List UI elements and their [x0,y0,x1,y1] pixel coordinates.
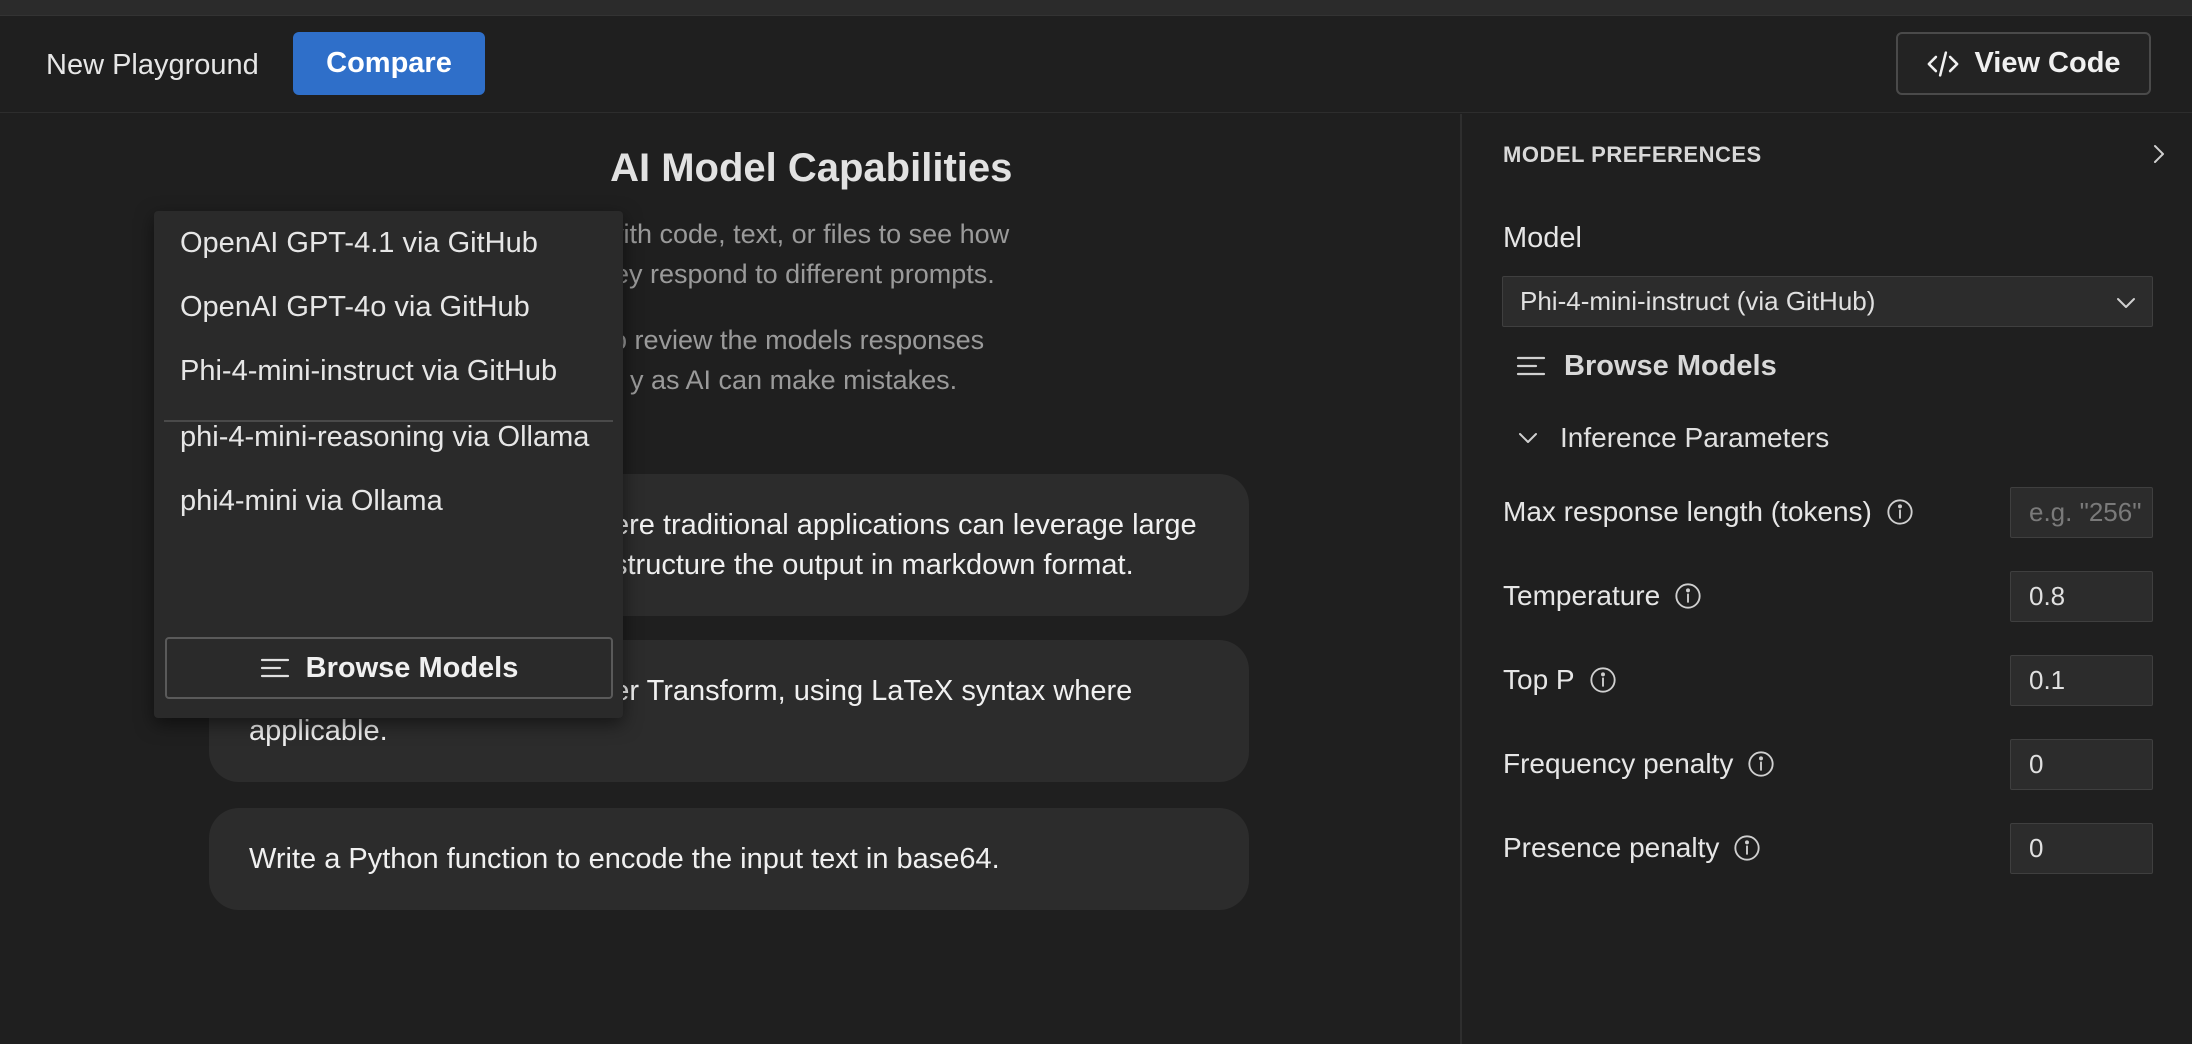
top-p-input[interactable]: 0.1 [2010,655,2153,706]
dropdown-item-phi-4-mini-reasoning[interactable]: phi-4-mini-reasoning via Ollama [180,421,589,454]
max-tokens-label: Max response length (tokens) [1503,496,1914,528]
header-bar: New Playground Compare View Code [0,16,2192,113]
view-code-button[interactable]: View Code [1896,32,2151,95]
dropdown-browse-models-label: Browse Models [305,651,519,684]
inference-parameters-label: Inference Parameters [1560,422,1830,453]
prompt-card-text: Write a Python function to encode the in… [249,843,1000,875]
dropdown-item-phi4-mini[interactable]: phi4-mini via Ollama [180,485,443,518]
dropdown-browse-models-button[interactable]: Browse Models [165,637,613,699]
list-icon [260,658,289,678]
model-preferences-panel: MODEL PREFERENCES Model Phi-4-mini-instr… [1460,114,2192,1044]
view-code-label: View Code [1974,47,2121,79]
info-icon[interactable] [1886,498,1914,526]
info-icon[interactable] [1674,582,1702,610]
dropdown-item-gpt-4o[interactable]: OpenAI GPT-4o via GitHub [180,291,530,324]
model-select-value: Phi-4-mini-instruct (via GitHub) [1520,286,1876,316]
frequency-penalty-label: Frequency penalty [1503,748,1775,780]
chevron-down-icon [2117,298,2135,308]
compare-model-dropdown: OpenAI GPT-4.1 via GitHub OpenAI GPT-4o … [154,211,623,718]
page-title: New Playground [46,49,259,81]
browse-models-link[interactable]: Browse Models [1516,346,1777,386]
frequency-penalty-input[interactable]: 0 [2010,739,2153,790]
capabilities-heading: AI Model Capabilities [610,146,1013,190]
prompt-card[interactable]: Write a Python function to encode the in… [209,808,1249,910]
model-label: Model [1503,222,1582,254]
preferences-title: MODEL PREFERENCES [1503,142,1762,167]
chevron-down-icon [1519,433,1537,443]
chevron-right-icon[interactable] [2146,142,2170,166]
dropdown-item-gpt-4-1[interactable]: OpenAI GPT-4.1 via GitHub [180,227,538,260]
presence-penalty-input[interactable]: 0 [2010,823,2153,874]
inference-parameters-toggle[interactable]: Inference Parameters [1516,418,1829,458]
compare-button[interactable]: Compare [293,32,485,95]
window-top-strip [0,0,2192,16]
code-icon [1927,50,1959,77]
list-icon [1516,356,1546,376]
temperature-input[interactable]: 0.8 [2010,571,2153,622]
presence-penalty-label: Presence penalty [1503,832,1761,864]
dropdown-item-phi-4-mini-instruct[interactable]: Phi-4-mini-instruct via GitHub [180,355,557,388]
top-p-label: Top P [1503,664,1617,696]
temperature-label: Temperature [1503,580,1702,612]
max-tokens-input[interactable]: e.g. "256" [2010,487,2153,538]
model-select[interactable]: Phi-4-mini-instruct (via GitHub) [1502,276,2153,327]
info-icon[interactable] [1589,666,1617,694]
info-icon[interactable] [1747,750,1775,778]
playground-main: AI Model Capabilities with code, text, o… [0,114,1460,1044]
browse-models-label: Browse Models [1564,349,1777,382]
info-icon[interactable] [1733,834,1761,862]
